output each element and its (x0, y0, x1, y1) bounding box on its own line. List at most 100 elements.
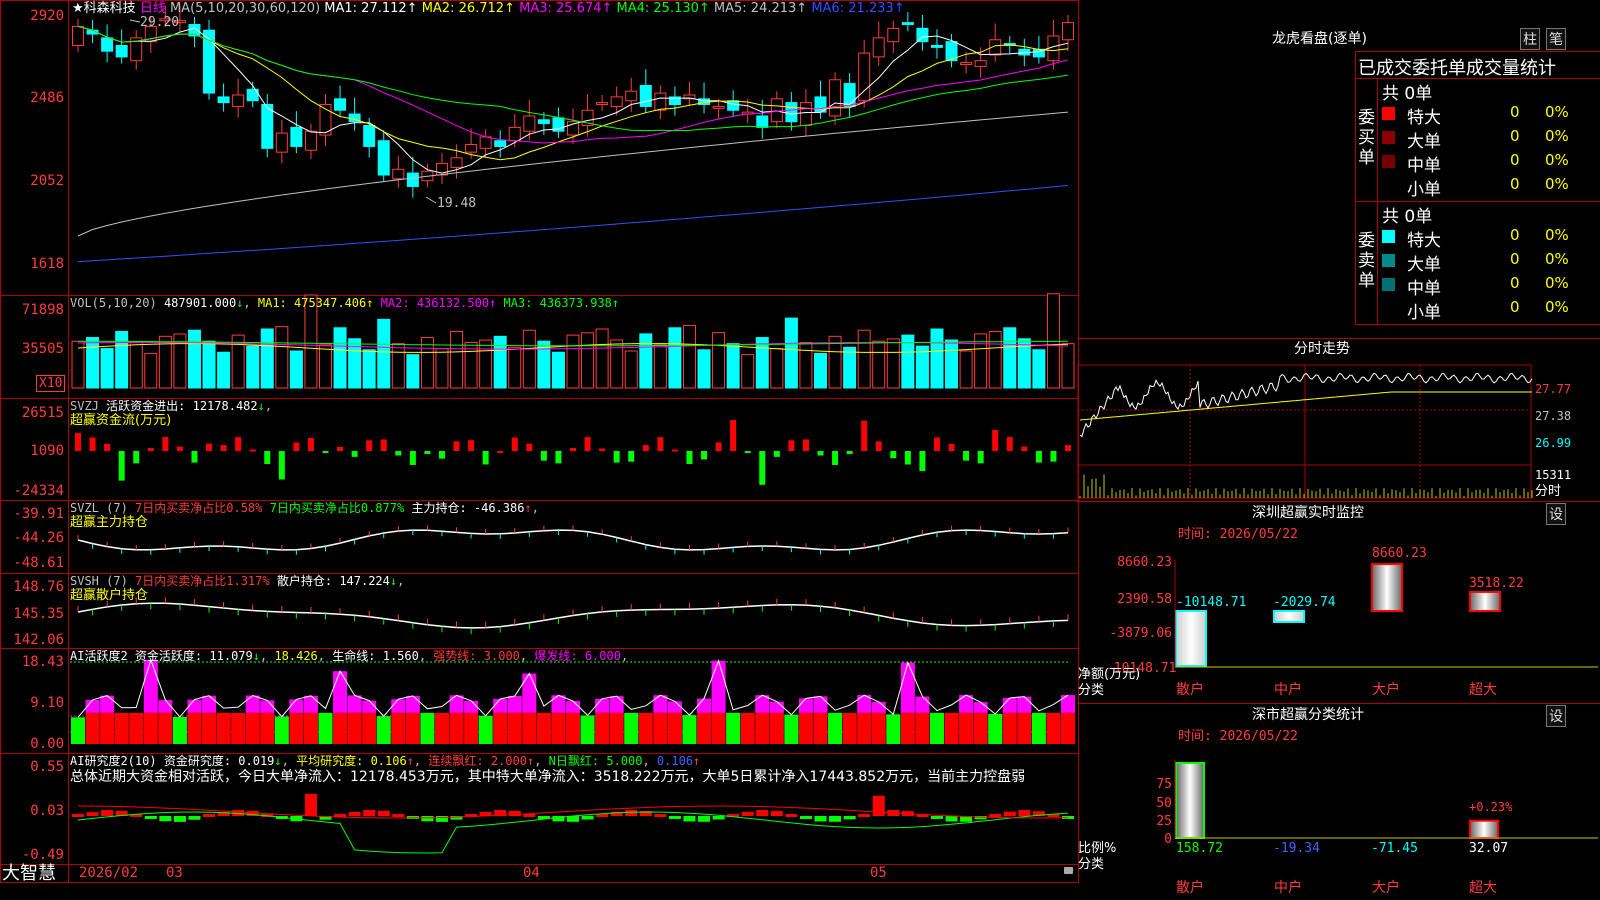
kline-ytick: 1618 (30, 256, 64, 272)
research-bar (698, 816, 711, 822)
flow-bar (293, 442, 300, 451)
activity-bar (245, 712, 260, 744)
flow-bar (1050, 451, 1057, 462)
flow-bar (162, 437, 169, 451)
activity-bar (813, 696, 828, 713)
volume-bar (86, 337, 100, 389)
flow-bar (584, 437, 591, 451)
volume-bar (479, 339, 493, 389)
activity-bar (624, 712, 639, 744)
activity-bar (187, 699, 202, 713)
activity-bar (391, 699, 406, 713)
research-bar (1003, 811, 1016, 816)
activity-bar (434, 712, 449, 744)
monitor-settings-button[interactable]: 设 (1546, 503, 1566, 525)
activity-bar (697, 698, 712, 713)
chart-canvas[interactable] (0, 0, 1079, 883)
ai2-ytick: 0.55 (30, 759, 64, 775)
lhb-side-label: 委买单 (1358, 108, 1375, 168)
bar-mode-button[interactable]: 柱 (1520, 28, 1540, 50)
candle (392, 168, 405, 180)
monitor-xlabel: 分类 (1078, 683, 1105, 698)
classify-category: 超大 (1469, 880, 1497, 896)
activity-bar (420, 712, 435, 744)
volume-bar (493, 335, 507, 389)
fenshi-volume: 15311 (1535, 468, 1572, 482)
candle (843, 83, 856, 107)
classify-value-label: 32.07 (1469, 841, 1509, 856)
flow-bar (890, 451, 897, 459)
activity-bar (973, 702, 988, 713)
classify-ytick: 0 (1164, 832, 1172, 847)
low-mark: 19.48 (437, 196, 477, 211)
classify-value-label: 158.72 (1176, 841, 1223, 856)
candle (290, 126, 303, 147)
activity-bar (216, 712, 231, 744)
research-bar (1018, 810, 1031, 816)
research-bar (173, 816, 186, 822)
candle (770, 98, 783, 123)
fenshi-frame (1077, 338, 1600, 501)
volume-bar (945, 339, 959, 389)
lock-icon (1064, 867, 1073, 874)
activity-bar (1046, 712, 1061, 744)
activity-bar (202, 695, 217, 713)
activity-bar (682, 715, 697, 744)
lhb-row-count: 0 (1510, 274, 1520, 292)
candle (115, 44, 128, 58)
volume-bar (522, 329, 536, 389)
fenshi-price: 27.38 (1535, 409, 1572, 423)
lhb-divider (1355, 324, 1600, 325)
ai1-ytick: 18.43 (21, 654, 64, 670)
tick-mode-button[interactable]: 笔 (1546, 28, 1566, 50)
monitor-ylabel: 净额(万元) (1078, 667, 1141, 682)
ma-indicator: MA4: 25.130↑ (612, 1, 710, 16)
activity-bar (871, 701, 886, 713)
activity-bar (929, 712, 944, 744)
lhb-row-name: 大单 (1407, 255, 1441, 275)
flow-bar (133, 451, 140, 464)
kline-ytick: 2486 (30, 90, 64, 106)
activity-bar (595, 698, 610, 713)
ma-indicator: MA6: 21.233↑ (807, 1, 905, 16)
flow-bar (948, 443, 955, 451)
flow-bar (904, 451, 911, 465)
candle (1062, 22, 1074, 41)
flow-bar (963, 451, 970, 461)
flow-bar (75, 433, 81, 451)
activity-bar (915, 712, 930, 744)
activity-bar (129, 712, 144, 744)
activity-bar (609, 712, 624, 744)
activity-bar (85, 712, 100, 744)
flow-bar (759, 451, 766, 485)
activity-bar (798, 698, 813, 713)
ma-line (77, 185, 1069, 263)
volume-bar (886, 338, 900, 389)
monitor-title: 深圳超赢实时监控 (1252, 505, 1364, 521)
classify-frame (1077, 703, 1600, 704)
flow-bar (395, 451, 402, 456)
flow-bar (802, 439, 809, 451)
ai2-header: AI研究度2(10) 资金研究度: 0.019↓, 平均研究度: 0.106↑,… (70, 754, 701, 768)
activity-bar (449, 695, 464, 713)
brand-logo: 大智慧 (2, 863, 56, 884)
vol-ytick: 71898 (21, 302, 64, 318)
classify-ytick: 50 (1156, 796, 1172, 811)
ma-indicator: MA1: 475347.406↑ (257, 296, 374, 310)
lhb-row-count: 0 (1510, 298, 1520, 316)
research-bar (741, 811, 754, 816)
candle (304, 130, 317, 151)
flow-bar (526, 443, 533, 451)
activity-bar (260, 712, 275, 744)
svsh-ytick: 145.35 (13, 606, 64, 622)
classify-settings-button[interactable]: 设 (1546, 705, 1566, 727)
research-bar (930, 816, 943, 819)
flow-bar (744, 451, 751, 453)
volume-bar (712, 332, 726, 389)
flow-bar (497, 450, 504, 453)
flow-bar (570, 447, 576, 451)
lhb-title: 龙虎看盘(逐单) (1272, 31, 1367, 47)
stock-name[interactable]: 科森科技 (84, 1, 136, 16)
volume-bar (144, 352, 158, 389)
flow-bar (919, 451, 926, 471)
